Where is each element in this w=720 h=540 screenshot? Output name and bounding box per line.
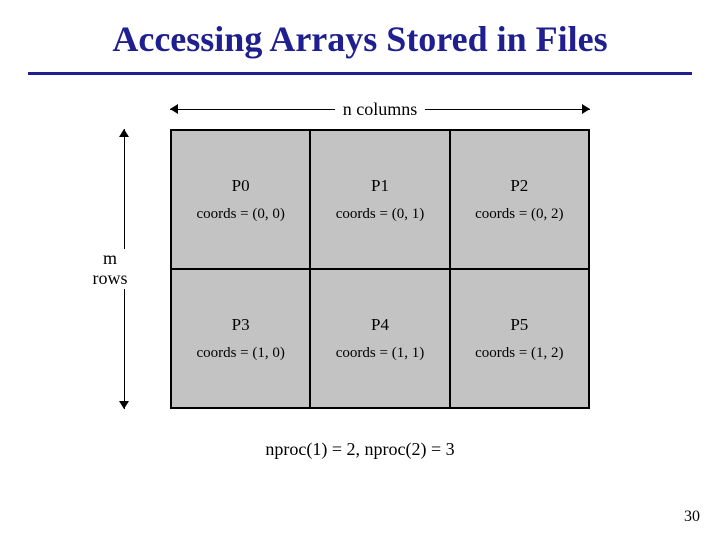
arrow-down-icon [119, 401, 129, 409]
columns-bracket: n columns [170, 99, 590, 121]
grid-cell: P3 coords = (1, 0) [171, 269, 310, 408]
arrow-right-icon [582, 104, 590, 114]
rows-label-rows: rows [80, 269, 140, 289]
grid-cell: P4 coords = (1, 1) [310, 269, 449, 408]
rows-label: m rows [80, 249, 140, 289]
proc-label: P3 [232, 315, 250, 335]
grid-cell: P2 coords = (0, 2) [450, 130, 589, 269]
processor-grid: P0 coords = (0, 0) P1 coords = (0, 1) P2… [170, 129, 590, 409]
grid-cell: P1 coords = (0, 1) [310, 130, 449, 269]
coords-label: coords = (0, 1) [336, 206, 424, 223]
grid-cell: P0 coords = (0, 0) [171, 130, 310, 269]
nproc-footer: nproc(1) = 2, nproc(2) = 3 [0, 439, 720, 460]
proc-label: P0 [232, 176, 250, 196]
bracket-line [124, 289, 125, 409]
coords-label: coords = (1, 1) [336, 345, 424, 362]
coords-label: coords = (1, 0) [196, 345, 284, 362]
proc-label: P5 [510, 315, 528, 335]
coords-label: coords = (0, 0) [196, 206, 284, 223]
rows-label-m: m [80, 249, 140, 269]
title-underline [28, 72, 692, 75]
coords-label: coords = (0, 2) [475, 206, 563, 223]
page-number: 30 [684, 508, 700, 526]
bracket-line [425, 109, 590, 110]
coords-label: coords = (1, 2) [475, 345, 563, 362]
bracket-line [124, 129, 125, 249]
proc-label: P4 [371, 315, 389, 335]
grid-cell: P5 coords = (1, 2) [450, 269, 589, 408]
proc-label: P1 [371, 176, 389, 196]
page-title: Accessing Arrays Stored in Files [0, 0, 720, 72]
rows-bracket: m rows [90, 129, 160, 409]
proc-label: P2 [510, 176, 528, 196]
